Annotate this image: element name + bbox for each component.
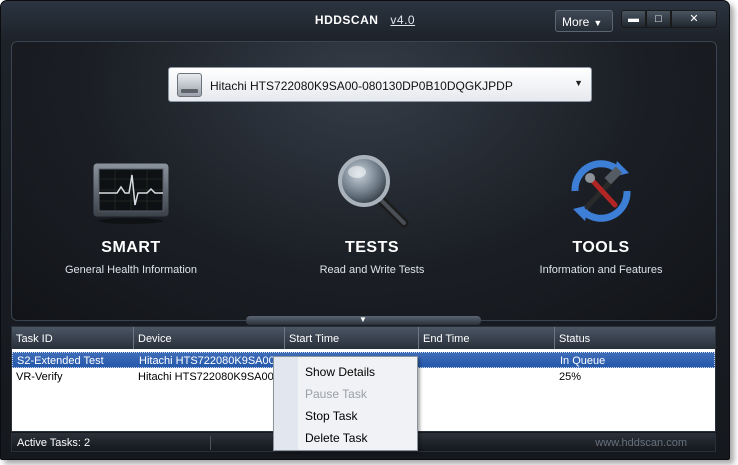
task-table-header: Task ID Device Start Time End Time Statu… [12,327,715,349]
smart-description: General Health Information [64,264,198,276]
tools-description: Information and Features [539,264,663,276]
hard-drive-icon [177,73,202,97]
tools-icon [561,151,641,231]
minimize-button[interactable]: ▬ [621,10,646,28]
task-id-cell: VR-Verify [16,371,63,383]
website-link[interactable]: www.hddscan.com [595,437,687,449]
title-bar[interactable]: HDDSCAN v4.0 More ▼ ▬ □ ✕ [1,1,729,37]
drive-select-value: Hitachi HTS722080K9SA00-080130DP0B10DQGK… [210,79,513,93]
col-start-time[interactable]: Start Time [285,327,419,349]
status-cell: 25% [559,371,582,383]
menu-item-delete-task[interactable]: Delete Task [305,431,367,445]
maximize-button[interactable]: □ [646,10,671,28]
col-task-id[interactable]: Task ID [12,327,134,349]
more-button[interactable]: More ▼ [555,10,613,32]
tools-label: TOOLS [572,239,630,256]
tools-button[interactable]: TOOLS Information and Features [501,151,701,276]
version-link[interactable]: v4.0 [390,13,415,27]
tests-description: Read and Write Tests [319,264,425,276]
app-name: HDDSCAN [314,13,379,27]
tests-label: TESTS [344,239,400,256]
task-id-cell: S2-Extended Test [17,355,104,367]
chevron-down-icon: ▼ [574,78,583,88]
app-window: HDDSCAN v4.0 More ▼ ▬ □ ✕ Hitachi HTS72208… [0,0,730,460]
window-title: HDDSCAN v4.0 [1,13,729,27]
health-monitor-icon [91,151,171,231]
col-end-time[interactable]: End Time [419,327,555,349]
panel-expander[interactable]: ▼ [246,315,481,325]
end-time-cell [419,369,555,385]
status-cell: In Queue [560,355,606,367]
magnifier-icon [332,151,412,231]
col-status[interactable]: Status [555,327,715,349]
end-time-cell [420,353,556,367]
tests-button[interactable]: TESTS Read and Write Tests [272,151,472,276]
chevron-down-icon: ▼ [593,18,603,28]
menu-item-pause-task[interactable]: Pause Task [305,387,367,401]
close-button[interactable]: ✕ [671,10,717,28]
active-tasks-count: Active Tasks: 2 [17,437,91,449]
menu-item-show-details[interactable]: Show Details [305,365,375,379]
device-cell: Hitachi HTS722080K9SA00-... [139,355,286,367]
task-context-menu: Show Details Pause Task Stop Task Delete… [273,356,418,451]
status-separator [210,436,211,450]
drive-select[interactable]: Hitachi HTS722080K9SA00-080130DP0B10DQGK… [168,67,592,102]
smart-button[interactable]: SMART General Health Information [31,151,231,276]
caret-down-icon: ▼ [359,315,367,324]
smart-label: SMART [101,239,161,256]
window-controls: ▬ □ ✕ [621,10,717,28]
more-label: More [562,15,590,29]
device-cell: Hitachi HTS722080K9SA00-... [138,371,285,383]
menu-item-stop-task[interactable]: Stop Task [305,409,357,423]
col-device[interactable]: Device [134,327,285,349]
